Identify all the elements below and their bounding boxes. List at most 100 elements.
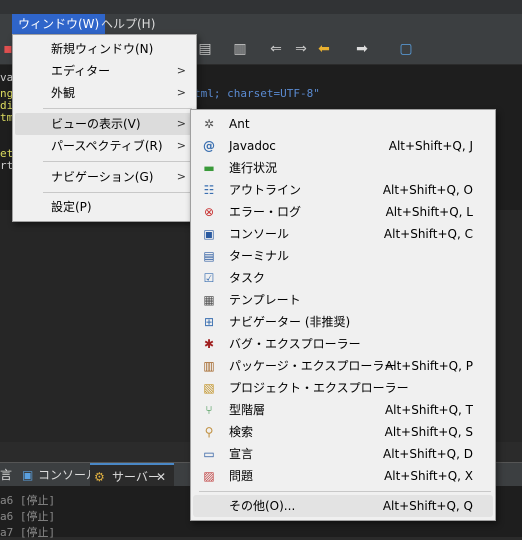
- view-item-search[interactable]: ⚲ 検索 Alt+Shift+Q, S: [193, 421, 493, 443]
- view-item-label: バグ・エクスプローラー: [229, 337, 361, 351]
- server-row[interactable]: a7 [停止]: [0, 524, 55, 540]
- tab-console[interactable]: コンソール: [38, 463, 98, 487]
- view-item-navigator[interactable]: ⊞ ナビゲーター (非推奨): [193, 311, 493, 333]
- view-item-tasks[interactable]: ☑ タスク: [193, 267, 493, 289]
- menu-item-label: 外観: [51, 86, 76, 100]
- javadoc-icon: @: [203, 139, 215, 153]
- view-item-label: Ant: [229, 117, 250, 131]
- view-item-shortcut: Alt+Shift+Q, L: [385, 205, 473, 219]
- back-edit-icon[interactable]: ⇐: [268, 41, 284, 57]
- view-item-label: 検索: [229, 425, 254, 439]
- menu-item-label: パースペクティブ(R): [51, 139, 163, 153]
- ant-icon: ✲: [203, 117, 215, 131]
- view-item-terminal[interactable]: ▤ ターミナル: [193, 245, 493, 267]
- menubar-help[interactable]: ヘルプ(H): [95, 14, 161, 34]
- back-icon[interactable]: ⬅: [316, 41, 332, 57]
- progress-icon: ▬: [203, 161, 215, 175]
- view-item-label: 問題: [229, 469, 254, 483]
- view-item-problems[interactable]: ▨ 問題 Alt+Shift+Q, X: [193, 465, 493, 487]
- menu-separator: [43, 192, 192, 193]
- view-item-shortcut: Alt+Shift+Q, Q: [382, 499, 473, 513]
- view-item-label: その他(O)...: [229, 499, 296, 513]
- view-item-shortcut: Alt+Shift+Q, T: [384, 403, 473, 417]
- menu-item-label: ビューの表示(V): [51, 117, 141, 131]
- view-item-label: パッケージ・エクスプローラー: [229, 359, 397, 373]
- forward-edit-icon[interactable]: ⇒: [293, 41, 309, 57]
- menu-item-preferences[interactable]: 設定(P): [15, 196, 194, 218]
- search-icon: ⚲: [204, 425, 214, 439]
- view-item-shortcut: Alt+Shift+Q, P: [385, 359, 473, 373]
- view-item-project-explorer[interactable]: ▧ プロジェクト・エクスプローラー: [193, 377, 493, 399]
- view-item-label: Javadoc: [229, 139, 276, 153]
- tasks-icon: ☑: [203, 271, 215, 285]
- view-item-type-hierarchy[interactable]: ⑂ 型階層 Alt+Shift+Q, T: [193, 399, 493, 421]
- print-icon[interactable]: ▥: [232, 41, 248, 57]
- window-menu: 新規ウィンドウ(N) エディター > 外観 > ビューの表示(V) > パースペ…: [12, 34, 197, 222]
- chevron-right-icon: >: [176, 117, 186, 130]
- chevron-right-icon: >: [176, 86, 186, 99]
- server-row[interactable]: a6 [停止]: [0, 508, 55, 524]
- console-icon: ▣: [203, 227, 215, 241]
- view-item-ant[interactable]: ✲ Ant: [193, 113, 493, 135]
- new-window-icon[interactable]: ▢: [398, 41, 414, 57]
- view-item-shortcut: Alt+Shift+Q, C: [383, 227, 473, 241]
- project-explorer-icon: ▧: [203, 381, 215, 395]
- type-hierarchy-icon: ⑂: [205, 403, 213, 417]
- view-item-package-explorer[interactable]: ▥ パッケージ・エクスプローラー Alt+Shift+Q, P: [193, 355, 493, 377]
- tab-partial[interactable]: 言: [0, 463, 12, 487]
- view-item-label: アウトライン: [229, 183, 302, 197]
- console-tab-icon: ▣: [22, 468, 34, 482]
- menu-separator: [199, 491, 491, 492]
- title-strip: [0, 0, 522, 14]
- view-item-bug-explorer[interactable]: ✱ バグ・エクスプローラー: [193, 333, 493, 355]
- view-item-shortcut: Alt+Shift+Q, J: [388, 139, 473, 153]
- menu-item-label: ナビゲーション(G): [51, 170, 154, 184]
- bug-icon: ✱: [203, 337, 215, 351]
- menubar-window[interactable]: ウィンドウ(W): [12, 14, 106, 34]
- view-item-label: プロジェクト・エクスプローラー: [229, 381, 409, 395]
- chevron-right-icon: >: [176, 64, 186, 77]
- view-item-outline[interactable]: ☷ アウトライン Alt+Shift+Q, O: [193, 179, 493, 201]
- view-item-label: ターミナル: [229, 249, 290, 263]
- view-item-label: 進行状況: [229, 161, 278, 175]
- menu-item-editor[interactable]: エディター >: [15, 60, 194, 82]
- menu-item-label: 新規ウィンドウ(N): [51, 42, 154, 56]
- view-item-shortcut: Alt+Shift+Q, D: [383, 447, 473, 461]
- save-icon[interactable]: ▤: [197, 41, 213, 57]
- package-explorer-icon: ▥: [203, 359, 215, 373]
- declaration-icon: ▭: [203, 447, 215, 461]
- view-item-javadoc[interactable]: @ Javadoc Alt+Shift+Q, J: [193, 135, 493, 157]
- menu-item-show-view[interactable]: ビューの表示(V) >: [15, 113, 194, 135]
- view-item-label: テンプレート: [229, 293, 301, 307]
- menu-item-new-window[interactable]: 新規ウィンドウ(N): [15, 38, 194, 60]
- show-view-submenu: ✲ Ant @ Javadoc Alt+Shift+Q, J ▬ 進行状況 ☷ …: [190, 109, 496, 521]
- menubar: ウィンドウ(W) ヘルプ(H): [0, 14, 522, 34]
- view-item-templates[interactable]: ▦ テンプレート: [193, 289, 493, 311]
- menu-item-label: 設定(P): [51, 200, 92, 214]
- view-item-shortcut: Alt+Shift+Q, X: [384, 469, 473, 483]
- problems-icon: ▨: [203, 469, 215, 483]
- view-item-label: コンソール: [229, 227, 290, 241]
- terminal-icon: ▤: [203, 249, 215, 263]
- menu-item-perspective[interactable]: パースペクティブ(R) >: [15, 135, 194, 157]
- error-log-icon: ⊗: [203, 205, 215, 219]
- chevron-right-icon: >: [176, 170, 186, 183]
- view-item-progress[interactable]: ▬ 進行状況: [193, 157, 493, 179]
- view-item-label: ナビゲーター (非推奨): [229, 315, 351, 329]
- server-row[interactable]: a6 [停止]: [0, 492, 55, 508]
- menu-item-navigation[interactable]: ナビゲーション(G) >: [15, 166, 194, 188]
- view-item-declaration[interactable]: ▭ 宣言 Alt+Shift+Q, D: [193, 443, 493, 465]
- menu-separator: [43, 161, 192, 162]
- view-item-shortcut: Alt+Shift+Q, O: [382, 183, 473, 197]
- view-item-console[interactable]: ▣ コンソール Alt+Shift+Q, C: [193, 223, 493, 245]
- menu-separator: [43, 108, 192, 109]
- view-item-other[interactable]: その他(O)... Alt+Shift+Q, Q: [193, 495, 493, 517]
- menu-item-label: エディター: [51, 64, 111, 78]
- navigator-icon: ⊞: [203, 315, 215, 329]
- view-item-label: 型階層: [229, 403, 266, 417]
- view-item-error-log[interactable]: ⊗ エラー・ログ Alt+Shift+Q, L: [193, 201, 493, 223]
- menu-item-appearance[interactable]: 外観 >: [15, 82, 194, 104]
- view-item-label: タスク: [229, 271, 266, 285]
- chevron-right-icon: >: [176, 139, 186, 152]
- forward-icon[interactable]: ➡: [354, 41, 370, 57]
